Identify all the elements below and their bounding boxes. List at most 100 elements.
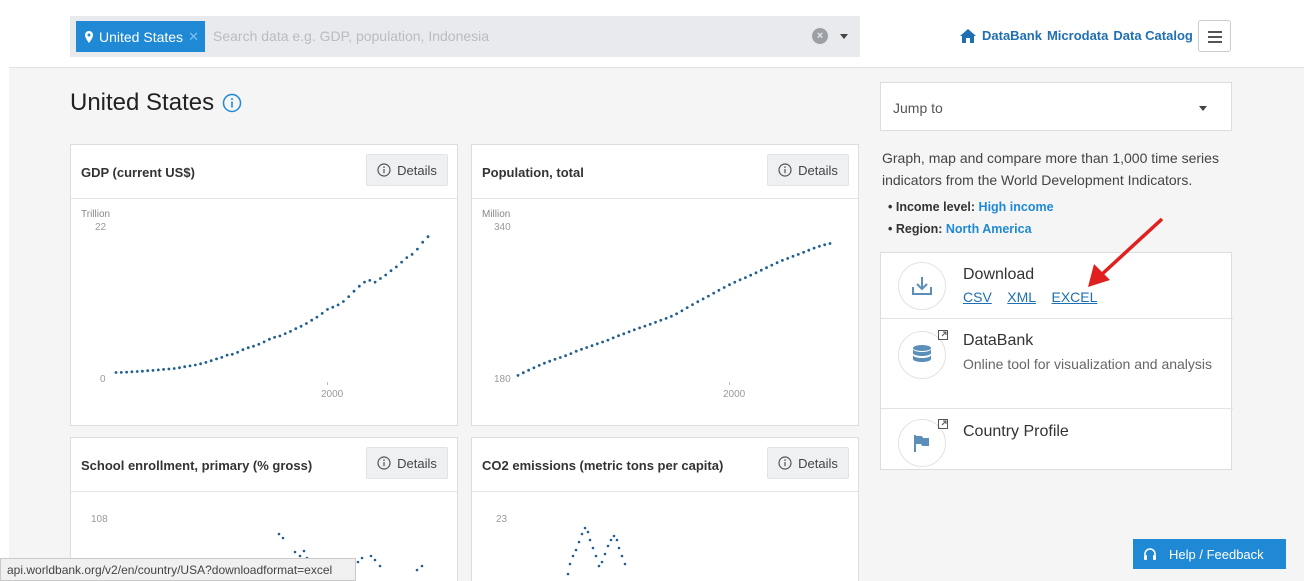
data-point[interactable]: [320, 312, 324, 315]
data-point[interactable]: [558, 356, 562, 359]
home-icon[interactable]: [960, 28, 976, 43]
data-point[interactable]: [183, 365, 187, 369]
data-point[interactable]: [331, 305, 335, 309]
data-point[interactable]: [273, 335, 276, 339]
data-point[interactable]: [257, 342, 261, 346]
data-point[interactable]: [643, 324, 647, 328]
data-point[interactable]: [532, 366, 536, 370]
data-point[interactable]: [342, 300, 345, 303]
nav-link-data-catalog[interactable]: Data Catalog: [1113, 28, 1192, 43]
data-point[interactable]: [130, 370, 134, 374]
databank-section[interactable]: DataBank Online tool for visualization a…: [881, 319, 1233, 409]
nav-link-databank[interactable]: DataBank: [982, 28, 1042, 43]
data-point[interactable]: [717, 288, 721, 292]
data-point[interactable]: [632, 328, 636, 332]
data-point[interactable]: [728, 283, 731, 287]
data-point[interactable]: [670, 314, 673, 318]
data-point[interactable]: [622, 332, 626, 336]
info-icon[interactable]: [222, 93, 242, 113]
data-point[interactable]: [230, 352, 234, 356]
data-point[interactable]: [326, 308, 329, 311]
data-point[interactable]: [791, 254, 795, 258]
data-point[interactable]: [299, 324, 303, 328]
country-chip[interactable]: United States ✕: [76, 21, 205, 52]
data-point[interactable]: [691, 303, 694, 306]
data-point[interactable]: [357, 284, 361, 288]
data-point[interactable]: [400, 260, 403, 264]
data-point[interactable]: [405, 256, 409, 259]
data-point[interactable]: [569, 352, 573, 355]
data-point[interactable]: [262, 340, 266, 344]
data-point[interactable]: [241, 348, 245, 352]
clear-search-icon[interactable]: ×: [812, 28, 828, 44]
data-point[interactable]: [659, 318, 663, 322]
data-point[interactable]: [204, 361, 208, 364]
nav-link-microdata[interactable]: Microdata: [1047, 28, 1108, 43]
country-profile-section[interactable]: Country Profile: [881, 409, 1233, 471]
data-point[interactable]: [426, 235, 430, 239]
data-point[interactable]: [236, 350, 240, 354]
data-point[interactable]: [781, 259, 784, 262]
data-point[interactable]: [754, 271, 758, 275]
data-point[interactable]: [352, 289, 356, 293]
data-point[interactable]: [601, 340, 604, 344]
data-point[interactable]: [722, 286, 726, 289]
data-point[interactable]: [199, 362, 203, 366]
data-point[interactable]: [627, 330, 631, 334]
data-point[interactable]: [590, 344, 594, 348]
data-point[interactable]: [738, 278, 742, 282]
data-point[interactable]: [564, 354, 567, 358]
data-point[interactable]: [146, 369, 150, 373]
data-point[interactable]: [156, 368, 160, 372]
help-feedback-button[interactable]: Help / Feedback: [1133, 539, 1286, 569]
data-point[interactable]: [802, 250, 805, 254]
data-point[interactable]: [812, 246, 816, 250]
details-button[interactable]: Details: [767, 154, 849, 186]
data-point[interactable]: [379, 277, 382, 280]
data-point[interactable]: [209, 359, 213, 363]
data-point[interactable]: [770, 263, 774, 267]
data-point[interactable]: [580, 347, 583, 351]
data-point[interactable]: [654, 320, 657, 324]
details-button[interactable]: Details: [366, 154, 448, 186]
data-point[interactable]: [553, 357, 557, 361]
data-point[interactable]: [796, 253, 800, 256]
data-point[interactable]: [574, 349, 578, 353]
download-excel-link[interactable]: EXCEL: [1052, 289, 1098, 305]
data-point[interactable]: [749, 273, 753, 277]
data-point[interactable]: [617, 334, 620, 338]
search-bar[interactable]: United States ✕ Search data e.g. GDP, po…: [70, 16, 860, 57]
data-point[interactable]: [363, 280, 366, 284]
data-point[interactable]: [167, 367, 171, 371]
details-button[interactable]: Details: [366, 447, 448, 479]
search-dropdown-icon[interactable]: [840, 34, 848, 39]
data-point[interactable]: [648, 322, 652, 326]
data-point[interactable]: [315, 315, 319, 319]
data-point[interactable]: [807, 248, 811, 252]
data-point[interactable]: [712, 291, 716, 295]
data-point[interactable]: [548, 359, 552, 363]
data-point[interactable]: [675, 312, 678, 316]
data-point[interactable]: [521, 371, 525, 375]
download-csv-link[interactable]: CSV: [963, 289, 992, 305]
data-point[interactable]: [289, 330, 292, 333]
data-point[interactable]: [252, 344, 255, 348]
data-point[interactable]: [611, 336, 615, 340]
data-point[interactable]: [220, 356, 224, 359]
data-point[interactable]: [410, 253, 414, 256]
data-point[interactable]: [527, 368, 530, 372]
data-point[interactable]: [828, 242, 832, 245]
data-point[interactable]: [141, 369, 144, 373]
chip-remove-icon[interactable]: ✕: [188, 29, 199, 45]
data-point[interactable]: [638, 326, 641, 330]
data-point[interactable]: [664, 317, 668, 320]
data-point[interactable]: [818, 244, 821, 248]
data-point[interactable]: [305, 322, 308, 325]
data-point[interactable]: [744, 276, 747, 279]
data-point[interactable]: [135, 370, 139, 373]
data-point[interactable]: [162, 368, 165, 371]
data-point[interactable]: [225, 353, 229, 357]
data-point[interactable]: [178, 366, 181, 370]
data-point[interactable]: [268, 337, 271, 341]
data-point[interactable]: [680, 309, 684, 313]
